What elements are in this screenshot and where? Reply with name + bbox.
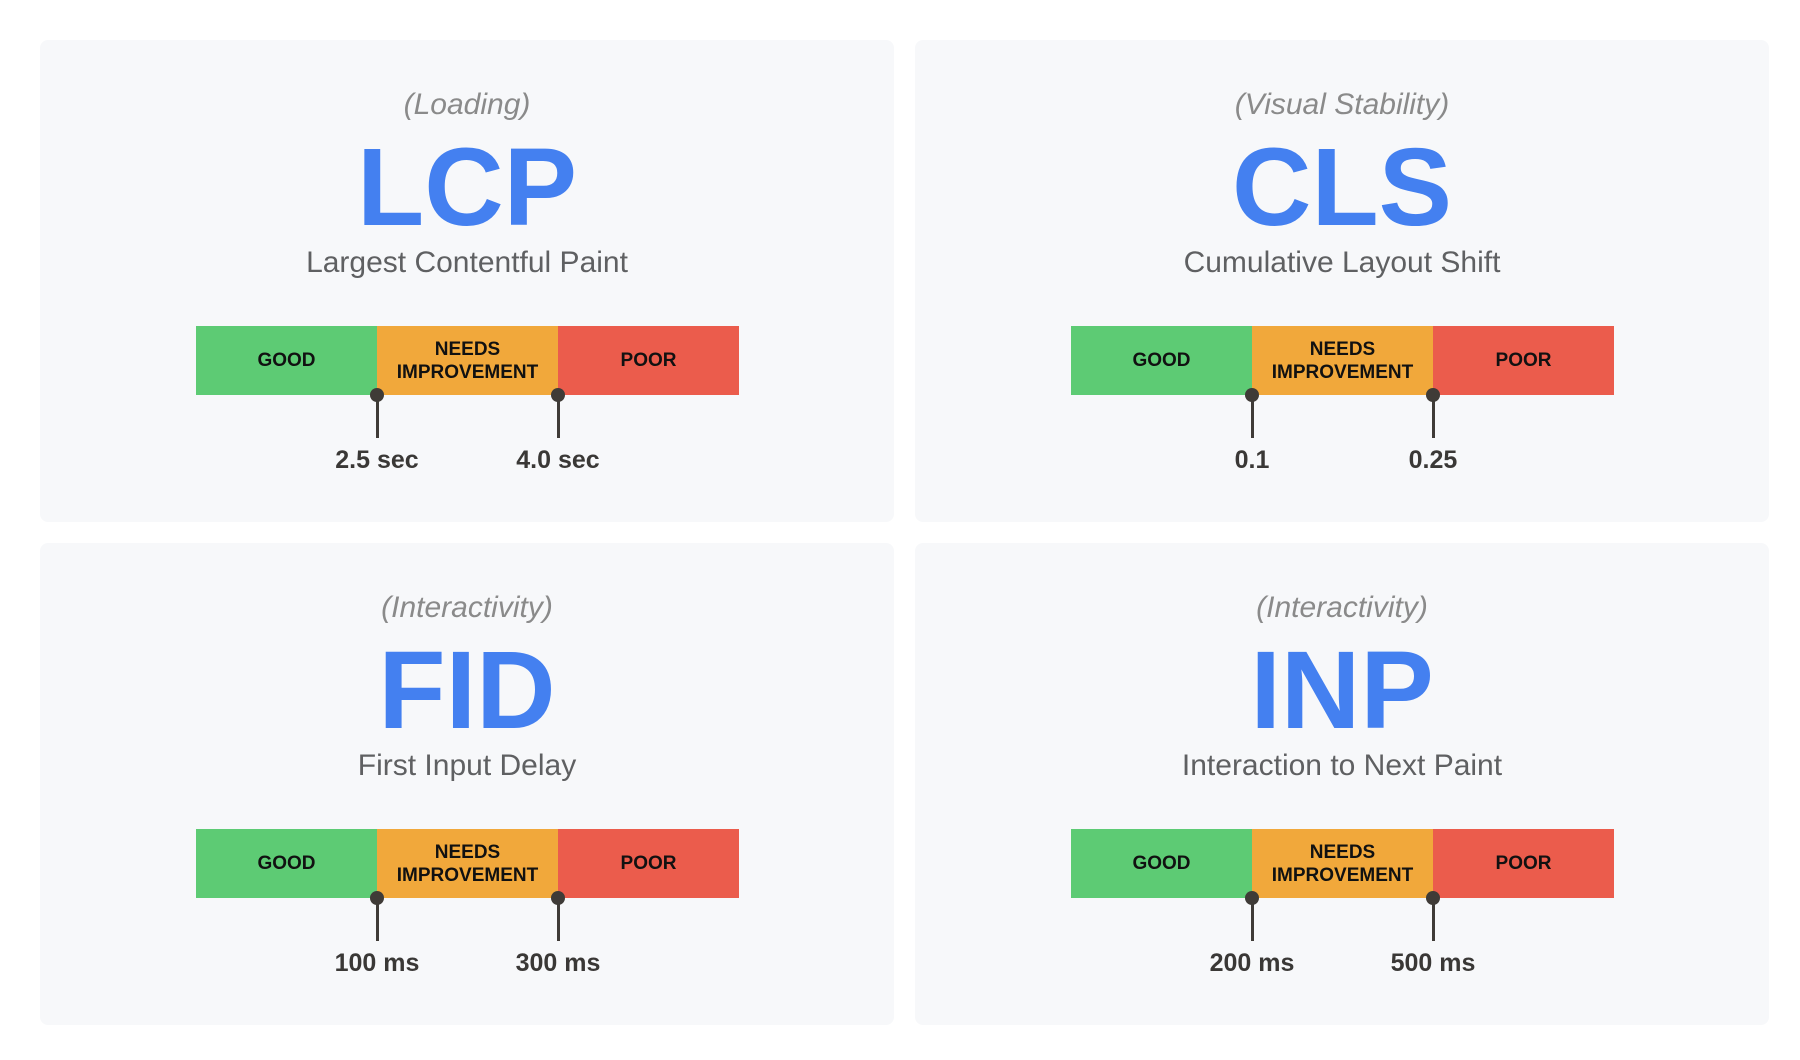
threshold-bar: GOOD NEEDS IMPROVEMENT POOR: [196, 326, 739, 395]
metric-card-fid: (Interactivity) FID First Input Delay GO…: [40, 543, 894, 1025]
segment-needs-improvement: NEEDS IMPROVEMENT: [377, 326, 558, 395]
threshold-good-label: 2.5 sec: [335, 446, 419, 474]
threshold-good-label: 0.1: [1234, 446, 1270, 474]
segment-poor: POOR: [1433, 829, 1614, 898]
metric-full-name: Cumulative Layout Shift: [1183, 246, 1501, 279]
metric-category: (Interactivity): [1256, 591, 1428, 624]
threshold-marker-icon: [551, 388, 565, 438]
threshold-marker-icon: [370, 388, 384, 438]
segment-good: GOOD: [1071, 326, 1252, 395]
metric-abbreviation: FID: [378, 629, 556, 752]
threshold-bar: GOOD NEEDS IMPROVEMENT POOR: [1071, 829, 1614, 898]
threshold-bar: GOOD NEEDS IMPROVEMENT POOR: [1071, 326, 1614, 395]
threshold-poor-label: 500 ms: [1390, 949, 1476, 977]
metric-category: (Visual Stability): [1234, 88, 1450, 121]
metric-abbreviation: LCP: [357, 126, 577, 249]
metric-category: (Loading): [403, 88, 531, 121]
segment-needs-improvement: NEEDS IMPROVEMENT: [1252, 829, 1433, 898]
metric-abbreviation: CLS: [1232, 126, 1452, 249]
metric-card-lcp: (Loading) LCP Largest Contentful Paint G…: [40, 40, 894, 522]
metric-full-name: First Input Delay: [357, 749, 577, 782]
segment-needs-improvement: NEEDS IMPROVEMENT: [377, 829, 558, 898]
threshold-marker-icon: [1426, 388, 1440, 438]
segment-poor: POOR: [558, 326, 739, 395]
segment-good: GOOD: [196, 326, 377, 395]
segment-good: GOOD: [196, 829, 377, 898]
metric-category: (Interactivity): [381, 591, 553, 624]
segment-poor: POOR: [1433, 326, 1614, 395]
threshold-poor-label: 0.25: [1408, 446, 1458, 474]
segment-needs-improvement: NEEDS IMPROVEMENT: [1252, 326, 1433, 395]
threshold-marker-icon: [1245, 388, 1259, 438]
metric-card-inp: (Interactivity) INP Interaction to Next …: [915, 543, 1769, 1025]
threshold-marker-icon: [1245, 891, 1259, 941]
threshold-marker-icon: [370, 891, 384, 941]
threshold-marker-icon: [551, 891, 565, 941]
segment-good: GOOD: [1071, 829, 1252, 898]
threshold-poor-label: 300 ms: [515, 949, 601, 977]
segment-poor: POOR: [558, 829, 739, 898]
metric-card-cls: (Visual Stability) CLS Cumulative Layout…: [915, 40, 1769, 522]
threshold-marker-icon: [1426, 891, 1440, 941]
metric-full-name: Largest Contentful Paint: [306, 246, 628, 279]
metric-abbreviation: INP: [1250, 629, 1434, 752]
threshold-good-label: 200 ms: [1209, 949, 1295, 977]
metric-full-name: Interaction to Next Paint: [1181, 749, 1503, 782]
threshold-good-label: 100 ms: [334, 949, 420, 977]
threshold-bar: GOOD NEEDS IMPROVEMENT POOR: [196, 829, 739, 898]
threshold-poor-label: 4.0 sec: [516, 446, 600, 474]
